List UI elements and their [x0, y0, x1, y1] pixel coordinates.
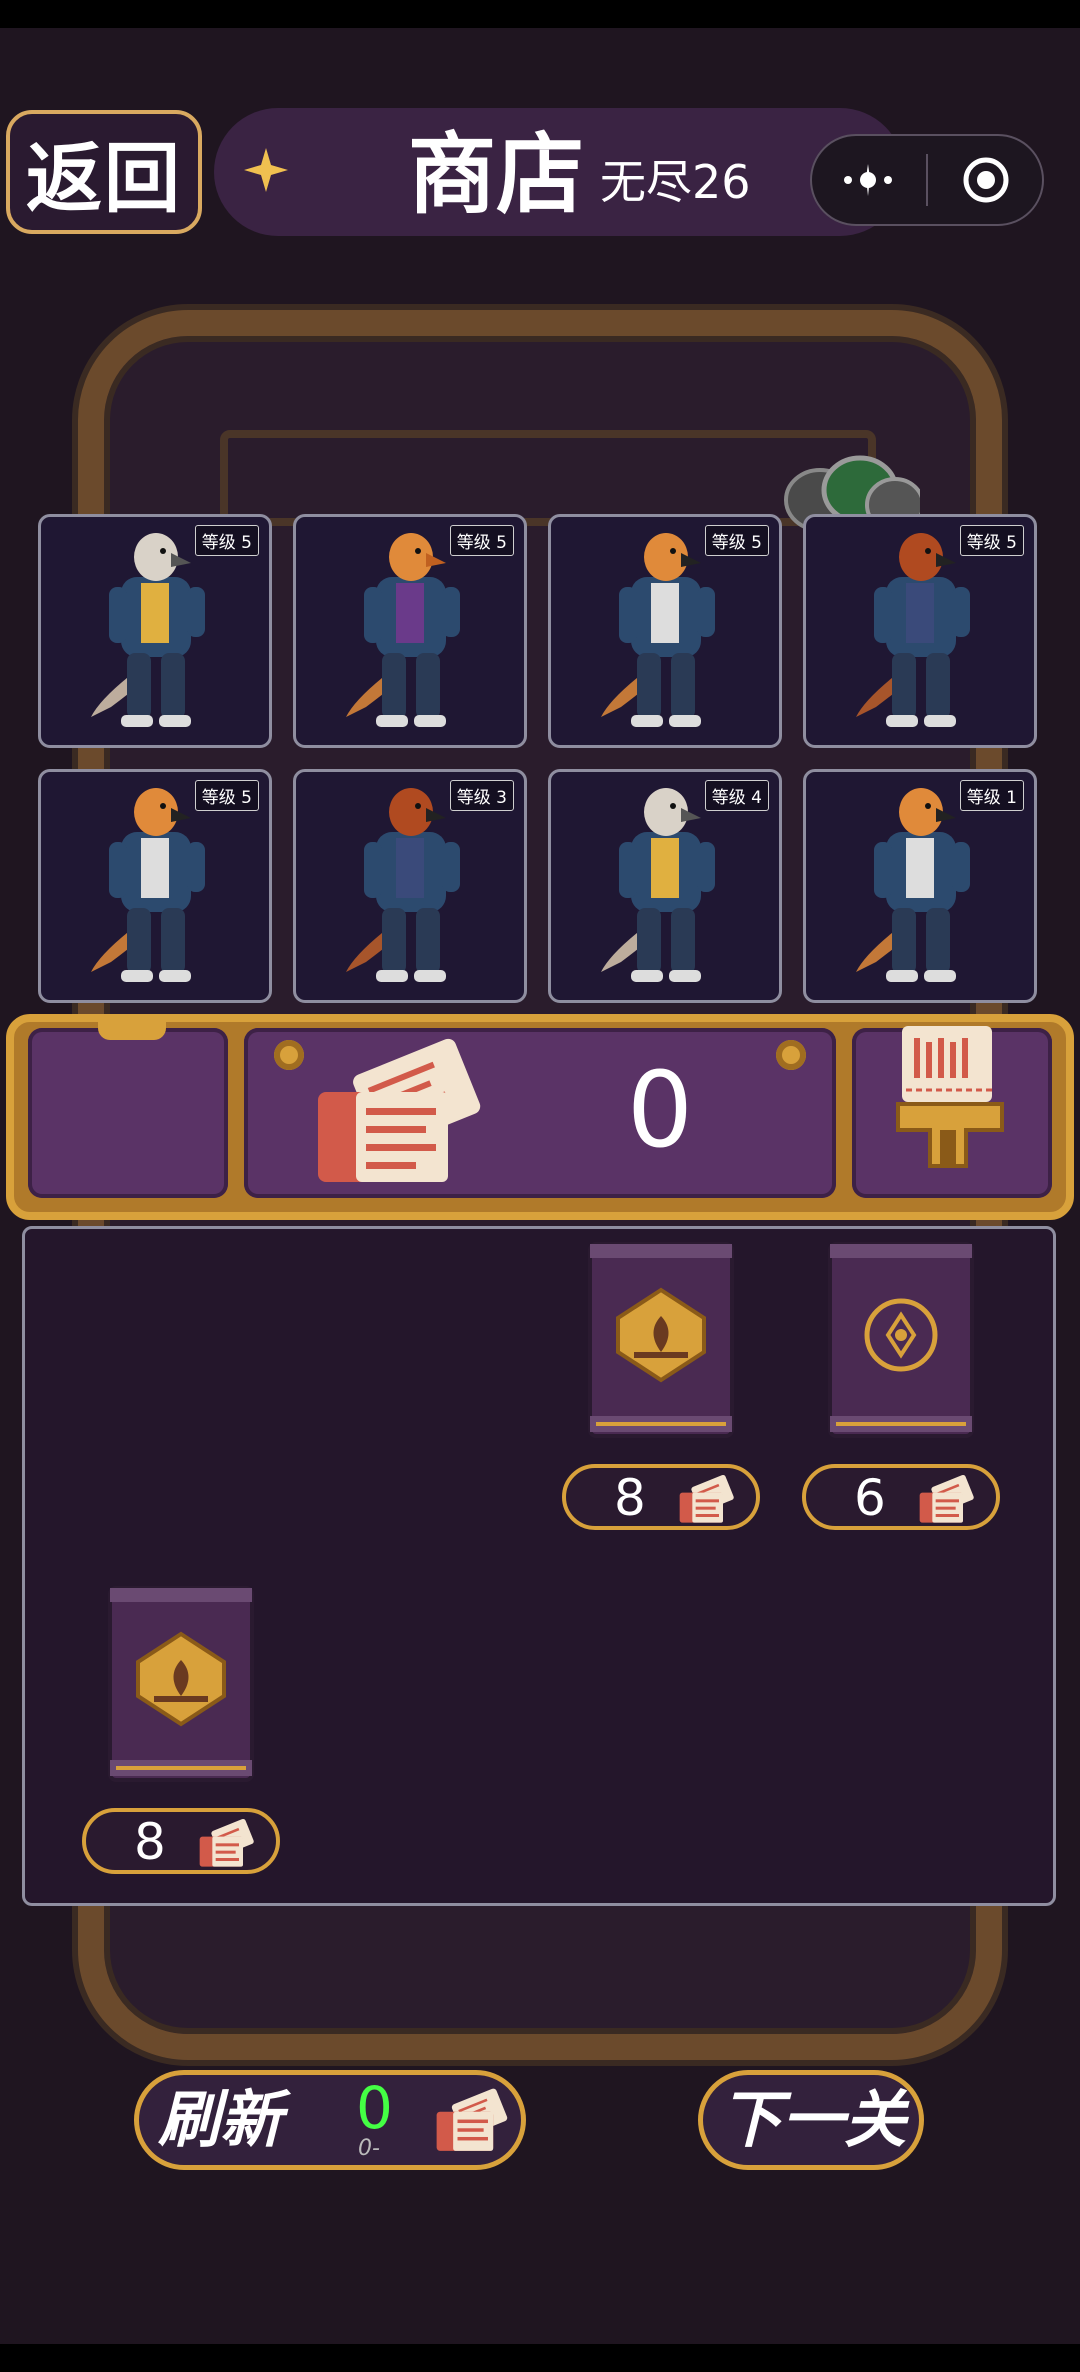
card-pack[interactable] [826, 1240, 976, 1440]
mode-label: 无尽26 [600, 155, 751, 209]
buy-price-button[interactable]: 6 [802, 1464, 1000, 1530]
rivet-decoration [274, 1040, 304, 1070]
card-pack[interactable] [106, 1584, 256, 1784]
bottom-bar [0, 2344, 1080, 2372]
background-frame-bar [220, 430, 876, 526]
refresh-label: 刷新 [158, 2083, 283, 2156]
rivet-decoration [776, 1040, 806, 1070]
buy-price-button[interactable]: 8 [562, 1464, 760, 1530]
team-card[interactable]: 等级 5 [548, 514, 782, 748]
slot-notch [98, 1022, 166, 1040]
status-bar [0, 0, 1080, 28]
ticket-icon [318, 1038, 481, 1182]
price-value: 6 [854, 1469, 886, 1527]
empty-slot[interactable] [28, 1028, 228, 1198]
team-card[interactable]: 等级 5 [803, 514, 1037, 748]
sparkle-icon [244, 148, 288, 192]
next-level-label: 下一关 [719, 2083, 906, 2156]
price-value: 8 [614, 1469, 646, 1527]
refresh-cost: 0 [356, 2074, 393, 2142]
level-badge: 等级 5 [704, 525, 769, 556]
card-pack-icon [588, 1242, 734, 1438]
team-card[interactable]: 等级 4 [548, 769, 782, 1003]
back-button-label: 返回 [26, 134, 182, 223]
team-card[interactable]: 等级 3 [293, 769, 527, 1003]
capsule-divider [926, 154, 928, 206]
level-badge: 等级 5 [194, 525, 259, 556]
ticket-icon [679, 1474, 734, 1523]
ticket-icon [199, 1818, 254, 1867]
level-badge: 等级 1 [959, 780, 1024, 811]
level-badge: 等级 3 [449, 780, 514, 811]
more-menu-icon[interactable] [838, 152, 898, 208]
team-card[interactable]: 等级 5 [38, 514, 272, 748]
buy-price-button[interactable]: 8 [82, 1808, 280, 1874]
sell-ticket-icon [896, 1026, 1004, 1168]
page-title: 商店 [408, 123, 585, 226]
card-pack-icon [828, 1242, 974, 1438]
refresh-cost-sub: 0- [358, 2136, 380, 2161]
ticket-icon [436, 2088, 508, 2151]
team-card[interactable]: 等级 1 [803, 769, 1037, 1003]
close-miniprogram-icon[interactable] [956, 152, 1016, 208]
card-pack-icon [108, 1586, 254, 1782]
level-badge: 等级 4 [704, 780, 769, 811]
card-pack[interactable] [586, 1240, 736, 1440]
team-card[interactable]: 等级 5 [38, 769, 272, 1003]
team-card[interactable]: 等级 5 [293, 514, 527, 748]
level-badge: 等级 5 [449, 525, 514, 556]
level-badge: 等级 5 [194, 780, 259, 811]
back-button[interactable]: 返回 [6, 110, 202, 234]
ticket-icon [919, 1474, 974, 1523]
price-value: 8 [134, 1813, 166, 1871]
ticket-count: 0 [626, 1049, 694, 1171]
level-badge: 等级 5 [959, 525, 1024, 556]
